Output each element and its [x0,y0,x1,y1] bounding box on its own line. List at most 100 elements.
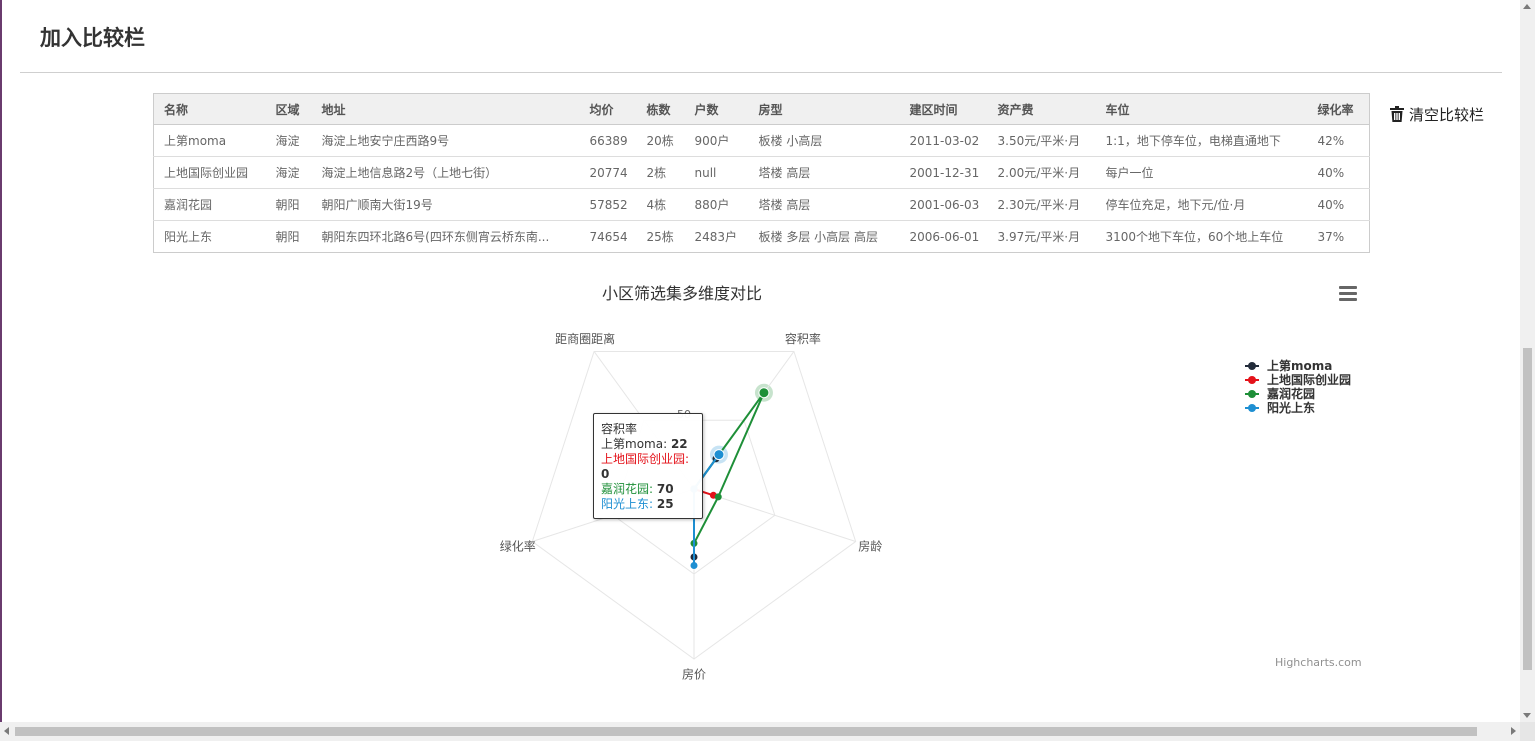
table-header-row: 名称 区域 地址 均价 栋数 户数 房型 建区时间 资产费 车位 绿化率 [153,93,1370,125]
legend-label: 阳光上东 [1267,401,1316,415]
scroll-right-arrow-icon[interactable] [1511,727,1516,735]
radar-category-label: 距商圈距离 [555,331,615,346]
table-cell: 20栋 [636,124,685,157]
table-cell: 海淀上地信息路2号（上地七街） [311,156,580,189]
column-header: 车位 [1095,93,1308,125]
table-cell: 40% [1307,188,1370,221]
table-cell: 上第moma [153,124,266,157]
tooltip-header: 容积率 [601,422,638,436]
table-cell: 66389 [579,124,637,157]
table-cell: null [684,156,749,189]
hamburger-menu-icon[interactable] [1339,286,1357,302]
table-cell: 3.50元/平米·月 [987,124,1096,157]
chart-tooltip: 容积率 上第moma: 22 上地国际创业园: 0 嘉润花园: 70 阳光上东: 25 [593,413,703,519]
scroll-up-arrow-icon[interactable] [1523,4,1531,9]
column-header: 区域 [265,93,312,125]
tooltip-row: 上第moma: 22 [601,437,695,452]
table-cell: 2001-12-31 [899,156,988,189]
tooltip-series-label: 上第moma: [601,437,668,451]
table-cell: 2011-03-02 [899,124,988,157]
column-header: 栋数 [636,93,685,125]
table-cell: 2.00元/平米·月 [987,156,1096,189]
legend-item[interactable]: 嘉润花园 [1245,387,1351,401]
compare-table: 名称 区域 地址 均价 栋数 户数 房型 建区时间 资产费 车位 绿化率 上第moma 海淀 海淀上地安… [153,93,1370,253]
legend-label: 上地国际创业园 [1267,373,1352,387]
horizontal-scroll-thumb[interactable] [15,727,1477,736]
tooltip-series-value: 25 [656,497,674,511]
table-cell: 停车位充足，地下元/位·月 [1095,188,1308,221]
vertical-scrollbar[interactable] [1520,0,1535,722]
scroll-left-arrow-icon[interactable] [4,727,9,735]
table-cell: 朝阳 [275,230,300,244]
table-cell: 3100个地下车位，60个地上车位 [1105,230,1284,244]
legend-label: 上第moma [1267,359,1333,373]
clear-compare-button[interactable]: 清空比较栏 [1390,103,1484,125]
radar-category-label: 房价 [682,666,706,681]
table-cell: 40% [1307,156,1370,189]
page-header: 加入比较栏 [20,18,1502,73]
table-cell: 海淀 [265,156,312,189]
radar-category-label: 房龄 [858,538,882,553]
table-cell: 880户 [684,188,749,221]
column-header: 户数 [684,93,749,125]
legend-label: 嘉润花园 [1267,387,1316,401]
tooltip-row: 上地国际创业园: 0 [601,452,695,482]
tooltip-series-value: 0 [601,467,610,481]
legend-marker-icon [1245,376,1259,384]
table-cell: 海淀 [265,124,312,157]
tooltip-row: 嘉润花园: 70 [601,482,695,497]
table-cell: 25栋 [646,230,674,244]
table-cell: 900户 [684,124,749,157]
legend-marker-icon [1245,362,1259,370]
table-cell: 朝阳东四环北路6号(四环东侧宵云桥东南... [321,230,550,244]
table-cell: 1:1，地下停车位，电梯直通地下 [1095,124,1308,157]
tooltip-series-label: 上地国际创业园: [601,452,690,466]
vertical-scroll-thumb[interactable] [1523,348,1532,670]
series-line [693,392,765,544]
tooltip-series-value: 70 [656,482,674,496]
table-cell: 3.97元/平米·月 [997,230,1081,244]
scroll-down-arrow-icon[interactable] [1523,713,1531,718]
column-header: 资产费 [987,93,1096,125]
legend-item[interactable]: 阳光上东 [1245,401,1351,415]
table-cell: 嘉润花园 [153,188,266,221]
column-header: 绿化率 [1307,93,1370,125]
table-row: 嘉润花园 朝阳 朝阳广顺南大街19号 57852 4栋 880户 塔楼 高层 2001-06-… [153,188,1370,221]
table-cell: 2483户 [694,230,738,244]
column-header: 房型 [748,93,900,125]
column-header: 建区时间 [899,93,988,125]
table-cell: 朝阳广顺南大街19号 [311,188,580,221]
chart-title: 小区筛选集多维度对比 [601,284,762,303]
highcharts-credit-link[interactable]: Highcharts.com [1275,656,1362,669]
table-cell: 4栋 [636,188,685,221]
table-cell: 57852 [579,188,637,221]
table-cell: 2.30元/平米·月 [987,188,1096,221]
radar-category-label: 容积率 [785,331,821,346]
series-point [714,493,722,501]
legend-item[interactable]: 上第moma [1245,359,1351,373]
page-title: 加入比较栏 [40,26,145,50]
table-row: 阳光上东 朝阳 朝阳东四环北路6号(四环东侧宵云桥东南... 74654 25栋 2483… [154,221,1370,253]
table-cell: 塔楼 高层 [748,156,900,189]
legend-item[interactable]: 上地国际创业园 [1245,373,1351,387]
table-row: 上地国际创业园 海淀 海淀上地信息路2号（上地七街） 20774 2栋 null 塔楼 高层… [153,156,1370,189]
column-header: 名称 [153,93,266,125]
table-row: 上第moma 海淀 海淀上地安宁庄西路9号 66389 20栋 900户 板楼 小高层 201… [153,124,1370,157]
table-cell: 板楼 多层 小高层 高层 [758,230,878,244]
table-cell: 2006-06-01 [909,229,980,244]
window-edge [0,0,2,741]
table-cell: 每户一位 [1095,156,1308,189]
table-cell: 阳光上东 [164,230,213,244]
table-cell: 上地国际创业园 [153,156,266,189]
clear-compare-label: 清空比较栏 [1409,105,1485,124]
hover-point [758,387,770,399]
table-cell: 2栋 [636,156,685,189]
scrollbar-corner [1520,722,1535,741]
table-cell: 朝阳 [265,188,312,221]
horizontal-scrollbar[interactable] [0,722,1520,741]
series-point [690,562,698,569]
radar-category-label: 绿化率 [500,538,536,553]
table-cell: 20774 [579,156,637,189]
radar-chart: 容积率房龄房价绿化率距商圈距离50 小区筛选集多维度对比 上第moma上地国际创… [153,270,1369,690]
table-cell: 74654 [589,229,628,244]
